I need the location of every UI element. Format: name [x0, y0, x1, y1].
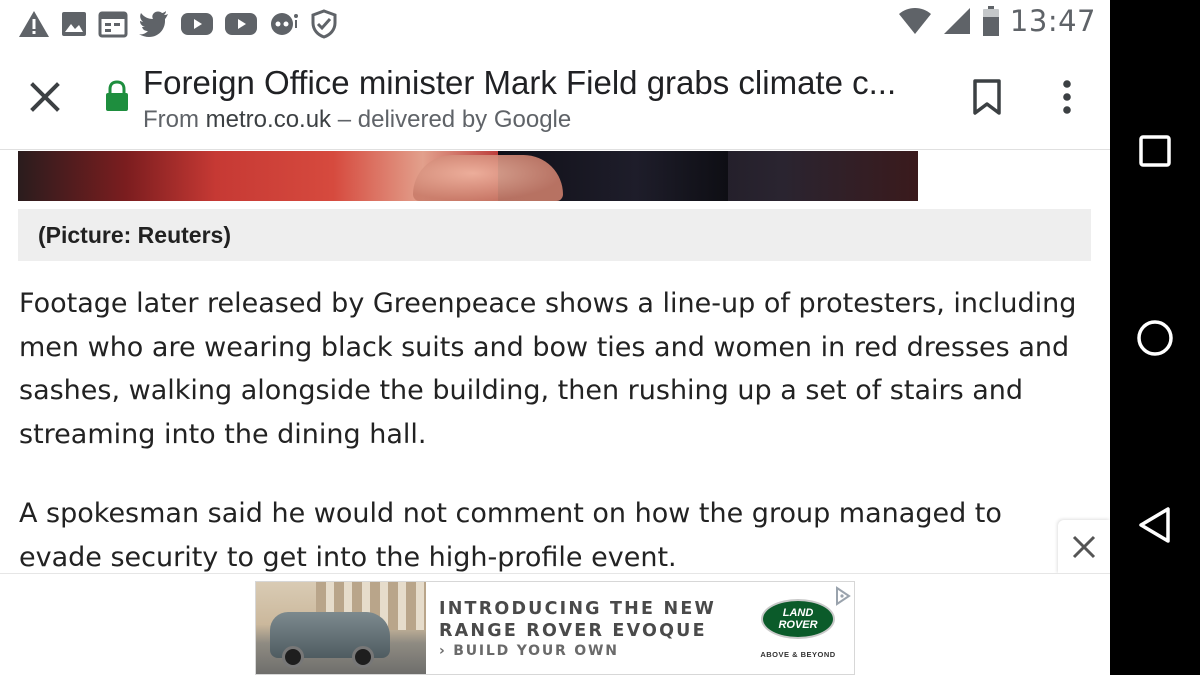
- image-icon: [62, 12, 86, 36]
- article-body[interactable]: (Picture: Reuters) Footage later release…: [0, 151, 1110, 573]
- home-button[interactable]: [1132, 315, 1178, 361]
- close-icon: [30, 82, 60, 112]
- photo-detail-hand: [413, 155, 563, 201]
- youtube-icon: [181, 13, 213, 35]
- ad-headline: INTRODUCING THE NEW RANGE ROVER EVOQUE: [439, 598, 716, 642]
- more-vert-icon: [1063, 80, 1071, 114]
- article-photo: [18, 151, 918, 201]
- status-bar: 13:47: [0, 0, 1110, 46]
- amp-viewer-header: Foreign Office minister Mark Field grabs…: [0, 46, 1110, 150]
- ad-car-image: [256, 582, 426, 674]
- recents-button[interactable]: [1132, 128, 1178, 174]
- more-options-button[interactable]: [1044, 74, 1090, 120]
- calendar-icon: [98, 11, 128, 38]
- logo-text: LAND: [782, 607, 814, 619]
- twitter-icon: [139, 11, 168, 37]
- home-circle-icon: [1137, 320, 1173, 356]
- ad-headline-line: INTRODUCING THE NEW: [439, 599, 716, 619]
- notification-icons: [18, 9, 338, 39]
- article-paragraph: A spokesman said he would not comment on…: [19, 498, 1002, 573]
- source-prefix: From: [143, 106, 199, 133]
- photo-caption: (Picture: Reuters): [18, 209, 1091, 261]
- shield-check-icon: [311, 9, 337, 39]
- ad-tagline: ABOVE & BEYOND: [760, 650, 836, 659]
- speech-icon: [271, 13, 298, 35]
- source-domain[interactable]: metro.co.uk: [206, 106, 331, 133]
- ad-banner[interactable]: INTRODUCING THE NEW RANGE ROVER EVOQUE ›…: [255, 581, 855, 675]
- land-rover-logo: LAND ROVER: [761, 599, 835, 639]
- ad-car-wheel: [282, 646, 304, 668]
- wifi-icon: [898, 8, 931, 34]
- close-button[interactable]: [20, 72, 70, 122]
- system-nav-bar: [1110, 0, 1200, 675]
- adchoices-button[interactable]: [833, 586, 853, 606]
- back-triangle-icon: [1139, 507, 1170, 543]
- bookmark-icon: [973, 79, 1001, 115]
- secure-lock-icon: [104, 80, 130, 112]
- recents-square-icon: [1139, 135, 1171, 167]
- ad-headline-line: RANGE ROVER EVOQUE: [439, 621, 707, 641]
- cell-signal-icon: [943, 8, 970, 34]
- close-ad-button[interactable]: [1058, 520, 1110, 574]
- system-status: 13:47: [898, 4, 1096, 38]
- logo-text: ROVER: [778, 619, 818, 631]
- adchoices-icon: [836, 586, 851, 606]
- youtube-icon: [225, 13, 257, 35]
- ad-car-wheel: [352, 646, 374, 668]
- source-suffix: – delivered by Google: [337, 106, 572, 133]
- page-title[interactable]: Foreign Office minister Mark Field grabs…: [143, 64, 933, 102]
- source-line: From metro.co.uk – delivered by Google: [143, 106, 571, 134]
- back-button[interactable]: [1132, 502, 1178, 548]
- bookmark-button[interactable]: [964, 74, 1010, 120]
- article-paragraph: Footage later released by Greenpeace sho…: [19, 288, 1077, 450]
- ad-cta-link[interactable]: › BUILD YOUR OWN: [439, 643, 619, 659]
- clock: 13:47: [1009, 4, 1096, 38]
- warning-icon: [19, 11, 49, 37]
- battery-icon: [982, 6, 999, 36]
- close-icon: [1072, 535, 1096, 559]
